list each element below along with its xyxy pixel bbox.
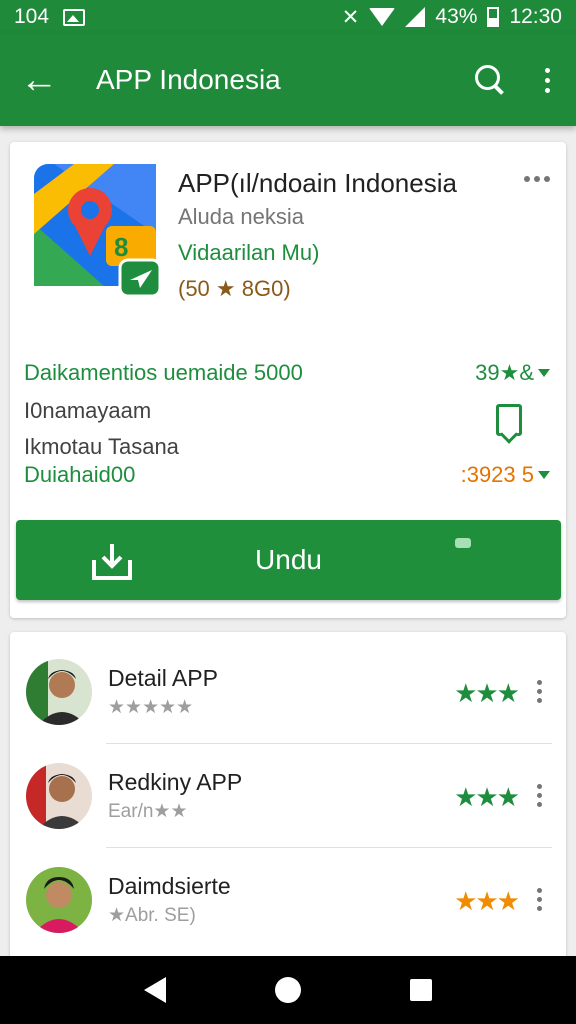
review-title: Redkiny APP	[108, 769, 243, 795]
list-item[interactable]: Detail APP ★★★★★ ★★★	[10, 640, 566, 744]
info-row-3: Ikmotau Tasana	[24, 434, 550, 460]
info-downloads-label: Daikamentios uemaide 5000	[24, 360, 303, 385]
app-detail-card: 8 APP(ıl/ndoain Indonesia Aluda neksia V…	[10, 142, 566, 618]
system-nav-bar	[0, 956, 576, 1024]
info-row-2: I0namayaam	[24, 398, 550, 424]
app-rating: (50 ★ 8G0)	[178, 276, 291, 301]
developer-name[interactable]: Aluda neksia	[178, 204, 304, 230]
list-item[interactable]: Redkiny APP Ear/n★★ ★★★	[10, 744, 566, 848]
image-notification-icon	[63, 8, 86, 26]
star-rating: ★★★	[454, 782, 520, 812]
chevron-down-icon	[538, 369, 550, 377]
app-category[interactable]: Vidaarilan Mu)	[178, 240, 319, 266]
star-rating: ★★★	[454, 886, 520, 916]
download-icon	[92, 544, 132, 580]
bluetooth-off-icon: ✕	[341, 5, 360, 29]
install-button-label: Undu	[255, 544, 322, 575]
reviews-list: Detail APP ★★★★★ ★★★ Redkiny APP Ear/n★★…	[10, 632, 566, 962]
app-name: APP(ıl/ndoain Indonesia	[178, 168, 457, 198]
avatar	[26, 659, 92, 725]
info-row4-label: Duiahaid00	[24, 462, 136, 487]
avatar	[26, 867, 92, 933]
info-row3-label: Ikmotau Tasana	[24, 434, 179, 459]
battery-icon	[487, 7, 500, 27]
info-row4-value[interactable]: :3923 5	[461, 462, 550, 488]
search-icon[interactable]	[475, 65, 505, 95]
bookmark-button[interactable]	[496, 404, 522, 436]
back-arrow-icon[interactable]: ←	[20, 59, 64, 102]
review-subtitle: ★Abr. SE)	[108, 905, 196, 926]
review-subtitle: Ear/n★★	[108, 801, 188, 822]
nav-home-icon[interactable]	[274, 977, 301, 1003]
nav-recents-icon[interactable]	[409, 979, 432, 1001]
info-row-downloads: Daikamentios uemaide 5000 39★&	[24, 360, 550, 386]
app-toolbar: ← APP Indonesia	[0, 34, 576, 126]
info-downloads-value[interactable]: 39★&	[475, 360, 550, 386]
svg-text:8: 8	[114, 232, 128, 262]
item-more-icon[interactable]	[537, 888, 542, 911]
review-title: Detail APP	[108, 665, 218, 691]
info-downloads-value-text: 39★&	[475, 360, 534, 385]
info-row-4: Duiahaid00 :3923 5	[24, 462, 550, 488]
list-item[interactable]: Daimdsierte ★Abr. SE) ★★★	[10, 848, 566, 952]
review-subtitle: ★★★★★	[108, 697, 194, 718]
status-time-left: 104	[14, 5, 50, 28]
install-button[interactable]: Undu	[16, 520, 561, 600]
star-rating: ★★★	[454, 678, 520, 708]
app-logo-icon: 8	[34, 164, 162, 296]
wifi-icon	[369, 8, 396, 26]
battery-percent: 43%	[435, 5, 478, 28]
bookmark-icon	[496, 404, 522, 436]
signal-icon	[405, 7, 426, 27]
info-row2-label: I0namayaam	[24, 398, 152, 423]
overflow-menu-icon[interactable]	[539, 67, 556, 93]
status-bar: 104 ✕ 43% 12:30	[0, 0, 576, 34]
chevron-down-icon	[538, 471, 550, 479]
review-title: Daimdsierte	[108, 873, 231, 899]
item-more-icon[interactable]	[537, 680, 542, 703]
toolbar-title: APP Indonesia	[96, 64, 281, 95]
status-clock: 12:30	[509, 5, 562, 28]
info-row4-value-text: :3923 5	[460, 462, 534, 487]
item-more-icon[interactable]	[537, 784, 542, 807]
card-more-icon[interactable]	[524, 176, 550, 182]
avatar	[26, 763, 92, 829]
nav-back-icon[interactable]	[144, 977, 167, 1003]
install-indicator	[455, 538, 471, 548]
